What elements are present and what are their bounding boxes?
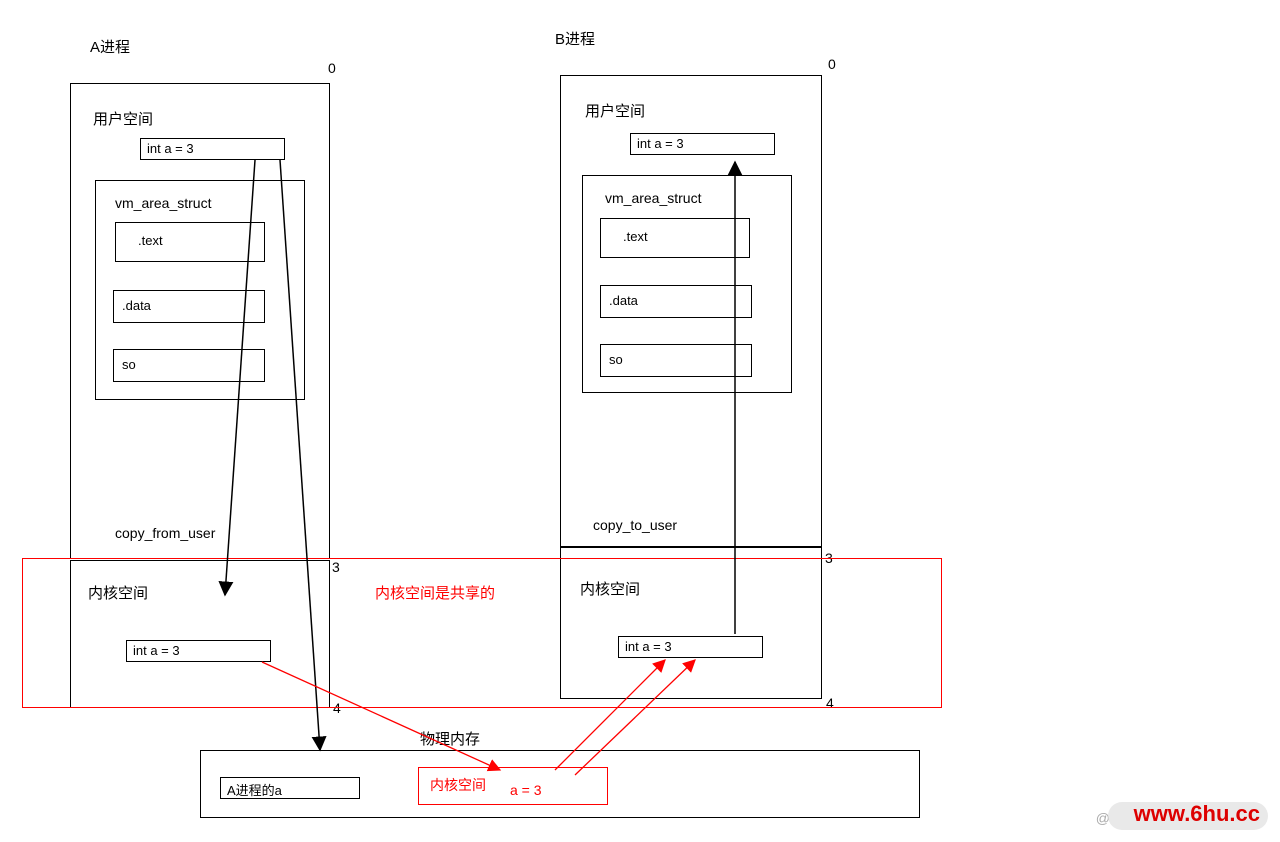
process-b-user-space-label: 用户空间 — [585, 100, 645, 121]
process-a-int-a: int a = 3 — [140, 138, 285, 160]
process-a-marker-0: 0 — [328, 60, 336, 76]
process-b-text-seg: .text — [600, 218, 750, 258]
shared-kernel-note: 内核空间是共享的 — [375, 582, 495, 603]
physical-memory-kernel-val: a = 3 — [510, 782, 542, 798]
physical-memory-kernel-label: 内核空间 — [430, 775, 486, 795]
process-a-text-seg: .text — [115, 222, 265, 262]
process-b-title: B进程 — [555, 28, 595, 49]
process-a-vm-struct-label: vm_area_struct — [115, 195, 211, 211]
process-a-title: A进程 — [90, 36, 130, 57]
process-b-vm-struct-label: vm_area_struct — [605, 190, 701, 206]
watermark: www.6hu.cc — [1134, 801, 1260, 827]
process-a-user-space-label: 用户空间 — [93, 108, 153, 129]
process-b-copy-label: copy_to_user — [593, 517, 677, 533]
physical-memory-a-box: A进程的a — [220, 777, 360, 799]
process-a-copy-label: copy_from_user — [115, 525, 215, 541]
shared-kernel-highlight — [22, 558, 942, 708]
process-b-marker-0: 0 — [828, 56, 836, 72]
physical-memory-label: 物理内存 — [420, 728, 480, 749]
process-b-int-a: int a = 3 — [630, 133, 775, 155]
process-a-data-seg: .data — [113, 290, 265, 323]
process-b-so-seg: so — [600, 344, 752, 377]
process-b-data-seg: .data — [600, 285, 752, 318]
process-a-so-seg: so — [113, 349, 265, 382]
